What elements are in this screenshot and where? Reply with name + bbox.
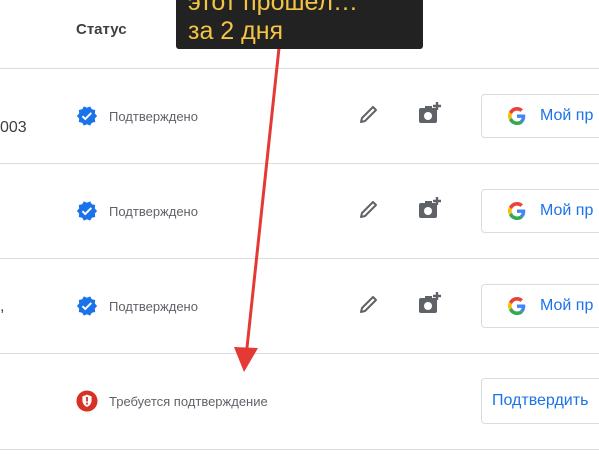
annotation-callout: этот прошёл… за 2 дня (176, 0, 423, 49)
annotation-arrow (234, 46, 281, 372)
annotation-line-1: этот прошёл… (188, 0, 359, 16)
annotation-line-2: за 2 дня (188, 17, 284, 45)
business-list-panel: Статус 003 Подтверждено Мой пр Подтвержд… (0, 0, 599, 474)
